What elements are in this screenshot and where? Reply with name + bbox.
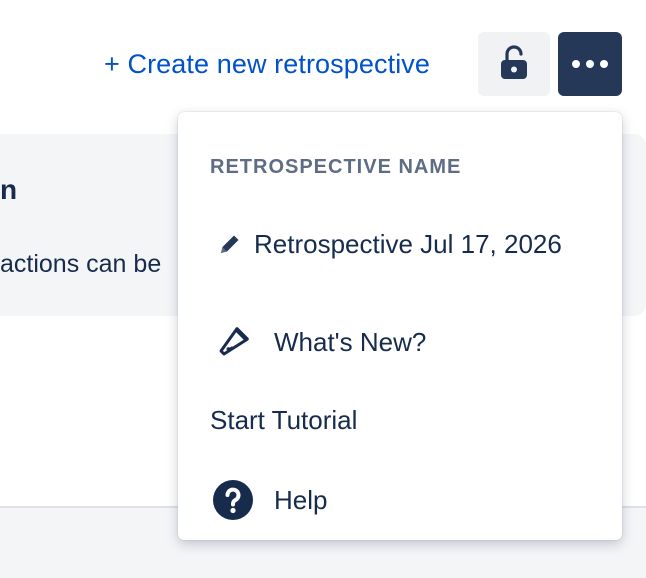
menu-item-rename-retrospective[interactable]: Retrospective Jul 17, 2026	[178, 224, 622, 264]
card-description: actions can be	[0, 250, 162, 278]
start-tutorial-label: Start Tutorial	[210, 404, 358, 435]
lock-toggle-button[interactable]	[478, 32, 550, 96]
unlocked-padlock-icon	[497, 43, 531, 86]
more-actions-menu: RETROSPECTIVE NAME Retrospective Jul 17,…	[178, 112, 622, 540]
more-actions-button[interactable]	[558, 32, 622, 96]
more-horizontal-icon	[572, 60, 580, 68]
menu-item-whats-new[interactable]: What's New?	[178, 320, 622, 364]
help-label: Help	[274, 484, 328, 515]
create-retrospective-link[interactable]: + Create new retrospective	[104, 46, 430, 82]
pencil-icon	[216, 231, 244, 257]
card-heading: n	[0, 174, 18, 205]
menu-item-help[interactable]: Help	[178, 478, 622, 522]
page: n actions can be + Create new retrospect…	[0, 0, 646, 578]
menu-item-start-tutorial[interactable]: Start Tutorial	[178, 400, 622, 440]
menu-section-title: RETROSPECTIVE NAME	[210, 156, 462, 178]
megaphone-icon	[216, 324, 252, 360]
whats-new-label: What's New?	[274, 326, 427, 357]
question-circle-icon	[212, 479, 254, 521]
retrospective-name-label: Retrospective Jul 17, 2026	[254, 228, 562, 259]
